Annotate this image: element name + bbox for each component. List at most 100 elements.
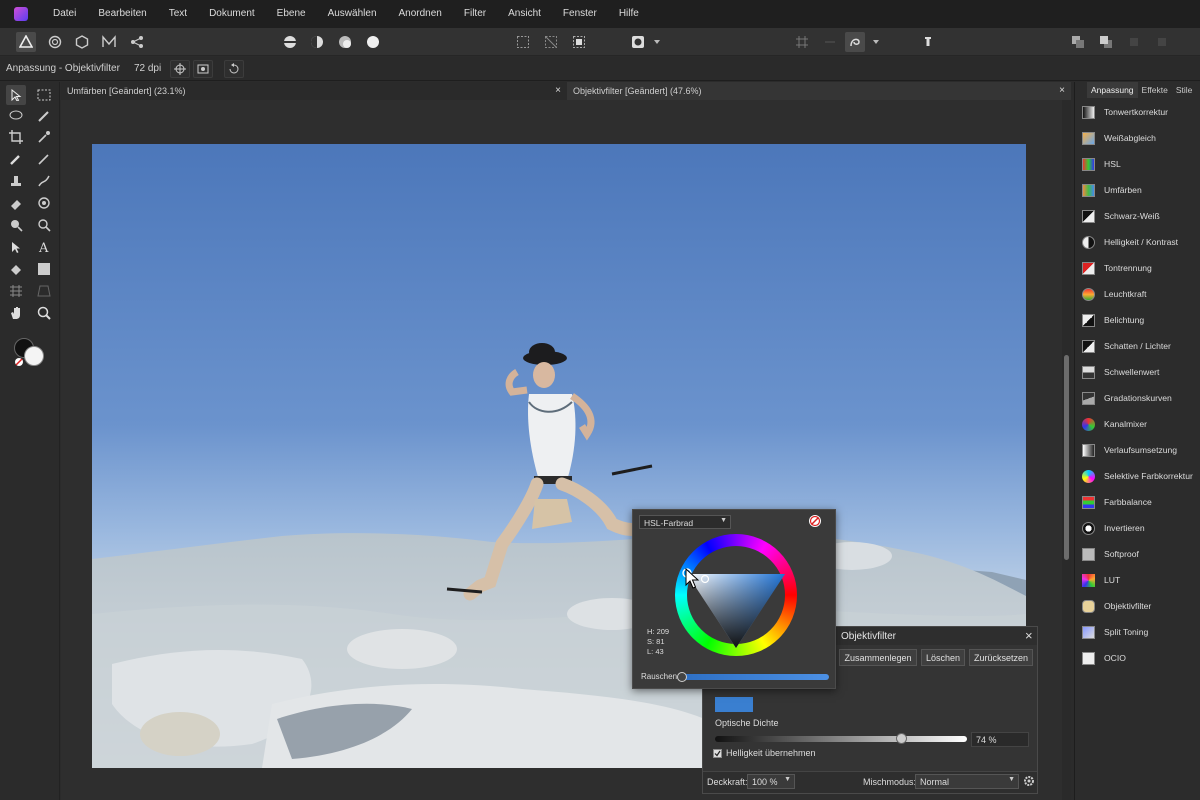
density-slider-handle[interactable]	[896, 733, 908, 744]
close-icon[interactable]: ×	[1059, 82, 1065, 100]
preview-eye-icon[interactable]	[193, 60, 213, 78]
adjustment-objektivfilter[interactable]: Objektivfilter	[1075, 593, 1200, 619]
tone-mapping-persona-icon[interactable]	[99, 32, 119, 52]
delete-button[interactable]: Löschen	[921, 649, 965, 666]
adjustment-ocio[interactable]: OCIO	[1075, 645, 1200, 671]
saturation-lightness-triangle[interactable]	[675, 534, 797, 656]
no-color-icon[interactable]	[809, 515, 821, 527]
paint-brush-icon[interactable]	[6, 149, 26, 169]
perspective-tool-icon[interactable]	[34, 281, 54, 301]
deselect-icon[interactable]	[541, 32, 561, 52]
smudge-tool-icon[interactable]	[34, 171, 54, 191]
adjustment-schatten-lichter[interactable]: Schatten / Lichter	[1075, 333, 1200, 359]
adjustment-invertieren[interactable]: Invertieren	[1075, 515, 1200, 541]
tab-effekte[interactable]: Effekte	[1138, 82, 1172, 98]
menu-anordnen[interactable]: Anordnen	[388, 0, 453, 28]
move-tool-icon[interactable]	[6, 85, 26, 105]
opacity-dropdown[interactable]: 100 % ▼	[747, 774, 795, 789]
adjustment-schwellenwert[interactable]: Schwellenwert	[1075, 359, 1200, 385]
gear-icon[interactable]	[1023, 775, 1035, 787]
arrange-front-icon[interactable]	[1096, 32, 1116, 52]
quick-mask-dropdown-icon[interactable]	[652, 32, 662, 52]
adjustment-gradationskurven[interactable]: Gradationskurven	[1075, 385, 1200, 411]
zoom-tool-icon[interactable]	[34, 303, 54, 323]
auto-levels-icon[interactable]	[280, 32, 300, 52]
scrollbar-thumb[interactable]	[1064, 355, 1069, 560]
menu-datei[interactable]: Datei	[42, 0, 87, 28]
mesh-warp-icon[interactable]	[6, 281, 26, 301]
liquify-persona-icon[interactable]	[45, 32, 65, 52]
tab-anpassung[interactable]: Anpassung	[1087, 82, 1138, 98]
auto-white-balance-icon[interactable]	[363, 32, 383, 52]
no-color-icon[interactable]	[15, 358, 23, 366]
dodge-tool-icon[interactable]	[34, 193, 54, 213]
adjustment-split-toning[interactable]: Split Toning	[1075, 619, 1200, 645]
adjustment-verlaufsumsetzung[interactable]: Verlaufsumsetzung	[1075, 437, 1200, 463]
arrange-back-icon[interactable]	[1068, 32, 1088, 52]
tab-stile[interactable]: Stile	[1172, 82, 1197, 98]
close-icon[interactable]: ×	[555, 82, 561, 100]
quick-mask-icon[interactable]	[628, 32, 648, 52]
adjustment-tontrennung[interactable]: Tontrennung	[1075, 255, 1200, 281]
adjustment-softproof[interactable]: Softproof	[1075, 541, 1200, 567]
background-color-swatch[interactable]	[24, 346, 44, 366]
pixel-brush-icon[interactable]	[34, 149, 54, 169]
photo-persona-icon[interactable]	[16, 32, 36, 52]
sharpen-tool-icon[interactable]	[34, 215, 54, 235]
adjustment-schwarz-weiss[interactable]: Schwarz-Weiß	[1075, 203, 1200, 229]
develop-persona-icon[interactable]	[72, 32, 92, 52]
clone-stamp-icon[interactable]	[6, 171, 26, 191]
merge-button[interactable]: Zusammenlegen	[839, 649, 917, 666]
noise-slider-track[interactable]	[681, 674, 829, 680]
menu-filter[interactable]: Filter	[453, 0, 497, 28]
arrange-forward-icon[interactable]	[1124, 32, 1144, 52]
invert-selection-icon[interactable]	[569, 32, 589, 52]
color-mode-dropdown[interactable]: HSL-Farbrad ▼	[639, 515, 731, 529]
selection-marquee-icon[interactable]	[513, 32, 533, 52]
filter-color-swatch[interactable]	[715, 697, 753, 712]
fill-tool-icon[interactable]	[6, 259, 26, 279]
adjustment-leuchtkraft[interactable]: Leuchtkraft	[1075, 281, 1200, 307]
adjustment-kanalmixer[interactable]: Kanalmixer	[1075, 411, 1200, 437]
eraser-icon[interactable]	[6, 193, 26, 213]
adjustment-tonwertkorrektur[interactable]: Tonwertkorrektur	[1075, 99, 1200, 125]
adjustment-farbbalance[interactable]: Farbbalance	[1075, 489, 1200, 515]
eyedropper-icon[interactable]	[34, 127, 54, 147]
adjustment-lut[interactable]: LUT	[1075, 567, 1200, 593]
adjustment-selektive-farbkorrektur[interactable]: Selektive Farbkorrektur	[1075, 463, 1200, 489]
density-value-field[interactable]: 74 %	[971, 732, 1029, 747]
density-slider-track[interactable]	[715, 736, 967, 742]
text-tool-icon[interactable]: A	[34, 237, 54, 257]
close-icon[interactable]: ×	[1025, 628, 1033, 643]
tab-umfaerben[interactable]: Umfärben [Geändert] (23.1%) ×	[61, 82, 567, 100]
crosshair-icon[interactable]	[170, 60, 190, 78]
menu-ebene[interactable]: Ebene	[266, 0, 317, 28]
menu-fenster[interactable]: Fenster	[552, 0, 608, 28]
menu-dokument[interactable]: Dokument	[198, 0, 266, 28]
menu-hilfe[interactable]: Hilfe	[608, 0, 650, 28]
menu-text[interactable]: Text	[158, 0, 198, 28]
adjustment-umfaerben[interactable]: Umfärben	[1075, 177, 1200, 203]
blend-mode-dropdown[interactable]: Normal ▼	[915, 774, 1019, 789]
noise-slider-handle[interactable]	[677, 672, 687, 682]
adjustment-belichtung[interactable]: Belichtung	[1075, 307, 1200, 333]
freehand-selection-icon[interactable]	[6, 106, 26, 126]
selection-brush-icon[interactable]	[34, 106, 54, 126]
marquee-tool-icon[interactable]	[34, 85, 54, 105]
snapping-line-icon[interactable]	[820, 32, 840, 52]
auto-colors-icon[interactable]	[335, 32, 355, 52]
adjustment-hsl[interactable]: HSL	[1075, 151, 1200, 177]
adjustment-helligkeit-kontrast[interactable]: Helligkeit / Kontrast	[1075, 229, 1200, 255]
hand-tool-icon[interactable]	[6, 303, 26, 323]
node-tool-icon[interactable]	[6, 237, 26, 257]
arrange-backward-icon[interactable]	[1152, 32, 1172, 52]
rectangle-tool-icon[interactable]	[34, 259, 54, 279]
export-persona-icon[interactable]	[127, 32, 147, 52]
blur-tool-icon[interactable]	[6, 215, 26, 235]
panel-grip-icon[interactable]	[1075, 82, 1087, 98]
assistant-icon[interactable]	[845, 32, 865, 52]
menu-ansicht[interactable]: Ansicht	[497, 0, 552, 28]
crop-tool-icon[interactable]	[6, 127, 26, 147]
assistant-dropdown-icon[interactable]	[871, 32, 881, 52]
menu-bearbeiten[interactable]: Bearbeiten	[87, 0, 157, 28]
